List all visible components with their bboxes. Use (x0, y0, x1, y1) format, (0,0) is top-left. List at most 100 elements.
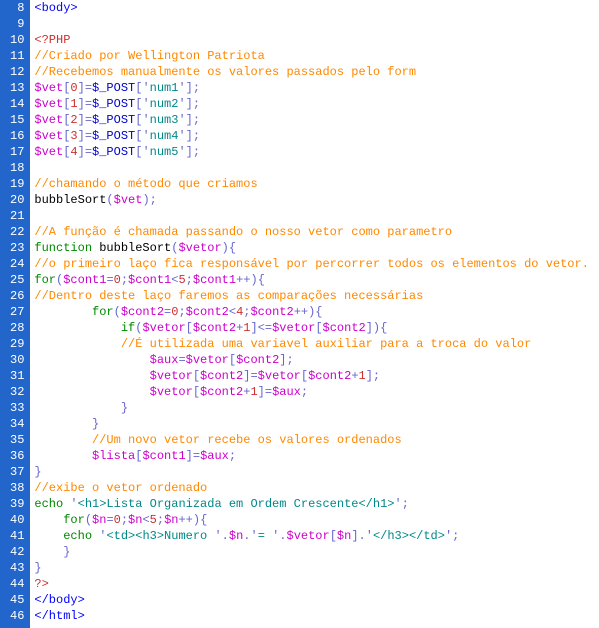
line-number: 33 (10, 400, 24, 416)
code-token: ' (142, 81, 149, 95)
code-line[interactable]: } (34, 416, 599, 432)
line-number-gutter: 8910111213141516171819202122232425262728… (0, 0, 30, 628)
code-token: echo (34, 497, 63, 511)
code-token: ){ (308, 305, 322, 319)
code-token: = (85, 113, 92, 127)
code-token: //Recebemos manualmente os valores passa… (34, 65, 416, 79)
code-line[interactable]: <?PHP (34, 32, 599, 48)
code-line[interactable]: if($vetor[$cont2+1]<=$vetor[$cont2]){ (34, 320, 599, 336)
code-token: ++ (294, 305, 308, 319)
code-line[interactable] (34, 16, 599, 32)
code-token: <td><h3>Numero (106, 529, 214, 543)
code-line[interactable] (34, 208, 599, 224)
line-number: 12 (10, 64, 24, 80)
code-token: ]; (366, 369, 380, 383)
code-token: $cont2 (186, 305, 229, 319)
code-token: $vetor (258, 369, 301, 383)
line-number: 46 (10, 608, 24, 624)
code-line[interactable]: $vet[1]=$_POST['num2']; (34, 96, 599, 112)
code-token: ( (114, 305, 121, 319)
code-token: $_POST (92, 145, 135, 159)
code-line[interactable]: function bubbleSort($vetor){ (34, 240, 599, 256)
code-line[interactable]: //chamando o método que criamos (34, 176, 599, 192)
code-line[interactable]: //Um novo vetor recebe os valores ordena… (34, 432, 599, 448)
code-token: ; (186, 273, 193, 287)
code-token: <= (258, 321, 272, 335)
code-token: [ (229, 353, 236, 367)
code-token (34, 337, 120, 351)
code-line[interactable]: $vet[0]=$_POST['num1']; (34, 80, 599, 96)
code-token: ' (214, 529, 221, 543)
code-line[interactable]: } (34, 464, 599, 480)
code-line[interactable]: $lista[$cont1]=$aux; (34, 448, 599, 464)
code-line[interactable] (34, 160, 599, 176)
line-number: 16 (10, 128, 24, 144)
code-token: $aux (150, 353, 179, 367)
code-token: ' (178, 81, 185, 95)
code-line[interactable]: //É utilizada uma variavel auxiliar para… (34, 336, 599, 352)
code-line[interactable]: //exibe o vetor ordenado (34, 480, 599, 496)
code-token: //chamando o método que criamos (34, 177, 257, 191)
code-token: = (106, 513, 113, 527)
code-token: 5 (150, 513, 157, 527)
code-line[interactable]: bubbleSort($vet); (34, 192, 599, 208)
code-line[interactable]: </html> (34, 608, 599, 624)
code-line[interactable]: for($n=0;$n<5;$n++){ (34, 512, 599, 528)
code-token (34, 513, 63, 527)
code-token: = (85, 129, 92, 143)
code-token: $vet (34, 145, 63, 159)
code-line[interactable]: //Criado por Wellington Patriota (34, 48, 599, 64)
line-number: 43 (10, 560, 24, 576)
code-line[interactable]: } (34, 544, 599, 560)
code-token: for (63, 513, 85, 527)
code-line[interactable]: //A função é chamada passando o nosso ve… (34, 224, 599, 240)
code-token (34, 401, 120, 415)
code-token: = (85, 145, 92, 159)
code-token: //Um novo vetor recebe os valores ordena… (92, 433, 402, 447)
code-token: $aux (272, 385, 301, 399)
line-number: 38 (10, 480, 24, 496)
code-line[interactable]: ?> (34, 576, 599, 592)
code-line[interactable]: } (34, 560, 599, 576)
code-line[interactable]: <body> (34, 0, 599, 16)
code-line[interactable]: for($cont2=0;$cont2<4;$cont2++){ (34, 304, 599, 320)
code-editor-area[interactable]: <body> <?PHP//Criado por Wellington Patr… (30, 0, 599, 628)
code-line[interactable]: </body> (34, 592, 599, 608)
code-line[interactable]: $vetor[$cont2]=$vetor[$cont2+1]; (34, 368, 599, 384)
code-token: ' (178, 113, 185, 127)
code-token: [ (193, 385, 200, 399)
code-line[interactable]: echo '<td><h3>Numero '.$n.'= '.$vetor[$n… (34, 528, 599, 544)
code-token: ; (121, 273, 128, 287)
code-line[interactable]: $vet[4]=$_POST['num5']; (34, 144, 599, 160)
code-token: ( (106, 193, 113, 207)
line-number: 42 (10, 544, 24, 560)
code-token: $_POST (92, 113, 135, 127)
code-token: $n (337, 529, 351, 543)
code-token: = (193, 449, 200, 463)
line-number: 28 (10, 320, 24, 336)
code-line[interactable]: //Recebemos manualmente os valores passa… (34, 64, 599, 80)
code-token: ] (78, 81, 85, 95)
code-line[interactable]: //o primeiro laço fica responsável por p… (34, 256, 599, 272)
code-token: ){ (251, 273, 265, 287)
code-token (34, 353, 149, 367)
code-line[interactable]: $aux=$vetor[$cont2]; (34, 352, 599, 368)
code-line[interactable]: for($cont1=0;$cont1<5;$cont1++){ (34, 272, 599, 288)
code-line[interactable]: } (34, 400, 599, 416)
code-line[interactable]: //Dentro deste laço faremos as comparaçõ… (34, 288, 599, 304)
code-line[interactable]: $vetor[$cont2+1]=$aux; (34, 384, 599, 400)
code-token: ' (178, 129, 185, 143)
code-token: ( (85, 513, 92, 527)
code-line[interactable]: echo '<h1>Lista Organizada em Ordem Cres… (34, 496, 599, 512)
code-token: ; (157, 513, 164, 527)
code-token: ' (178, 145, 185, 159)
code-line[interactable]: $vet[2]=$_POST['num3']; (34, 112, 599, 128)
line-number: 27 (10, 304, 24, 320)
code-line[interactable]: $vet[3]=$_POST['num4']; (34, 128, 599, 144)
code-token: ]; (279, 353, 293, 367)
code-token (34, 417, 92, 431)
code-token: + (351, 369, 358, 383)
code-token: for (34, 273, 56, 287)
code-token: ){ (222, 241, 236, 255)
code-token: $aux (200, 449, 229, 463)
